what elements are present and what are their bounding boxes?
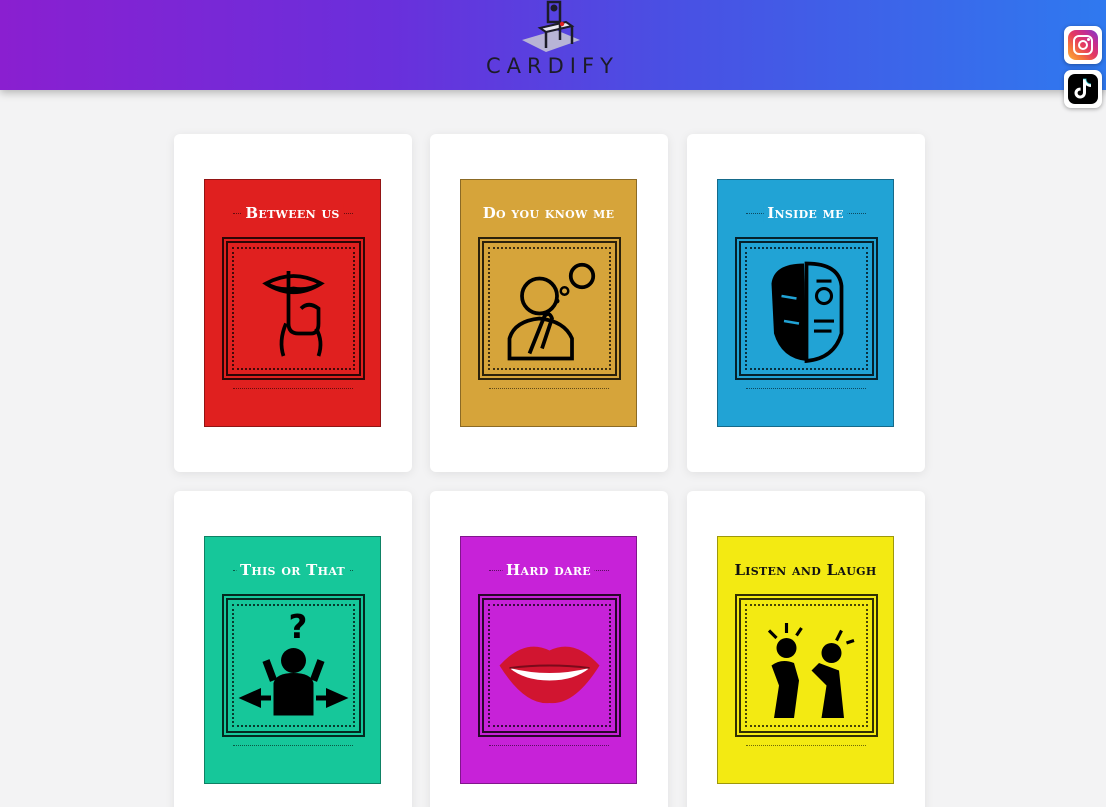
category-tile[interactable]: Hard dare [430,491,668,807]
category-tile[interactable]: Do you know me [430,134,668,472]
chair-logo-icon [522,0,580,52]
cardify-logo[interactable]: CARDIFY [486,0,616,82]
divider [746,388,866,389]
category-tile[interactable]: Inside me [687,134,925,472]
category-tile[interactable]: Listen and Laugh [687,491,925,807]
instagram-button[interactable] [1064,26,1102,64]
shush-lips-icon [231,246,356,371]
category-card[interactable]: Between us [204,179,381,427]
card-title: Listen and Laugh [730,561,881,579]
brand-name: CARDIFY [486,54,619,78]
card-title: Hard dare [502,561,595,579]
category-tile[interactable]: This or That ? [174,491,412,807]
category-tile[interactable]: Between us [174,134,412,472]
card-title: This or That [235,561,350,579]
category-card[interactable]: Inside me [717,179,894,427]
card-title: Do you know me [478,204,619,222]
laughing-people-icon [744,603,869,728]
header-bar: CARDIFY [0,0,1106,90]
divider [746,745,866,746]
category-card[interactable]: Do you know me [460,179,637,427]
category-card[interactable]: This or That ? [204,536,381,784]
instagram-icon [1068,30,1098,60]
face-robot-icon [744,246,869,371]
svg-text:?: ? [289,608,308,646]
card-title: Between us [241,204,344,222]
divider [489,745,609,746]
divider [233,745,353,746]
category-card[interactable]: Hard dare [460,536,637,784]
tiktok-button[interactable] [1064,70,1102,108]
divider [233,388,353,389]
divider [489,388,609,389]
tiktok-icon [1068,74,1098,104]
biting-lips-icon [487,603,612,728]
card-title: Inside me [763,204,848,222]
confused-person-icon: ? [231,603,356,728]
thinking-person-icon [487,246,612,371]
category-card[interactable]: Listen and Laugh [717,536,894,784]
